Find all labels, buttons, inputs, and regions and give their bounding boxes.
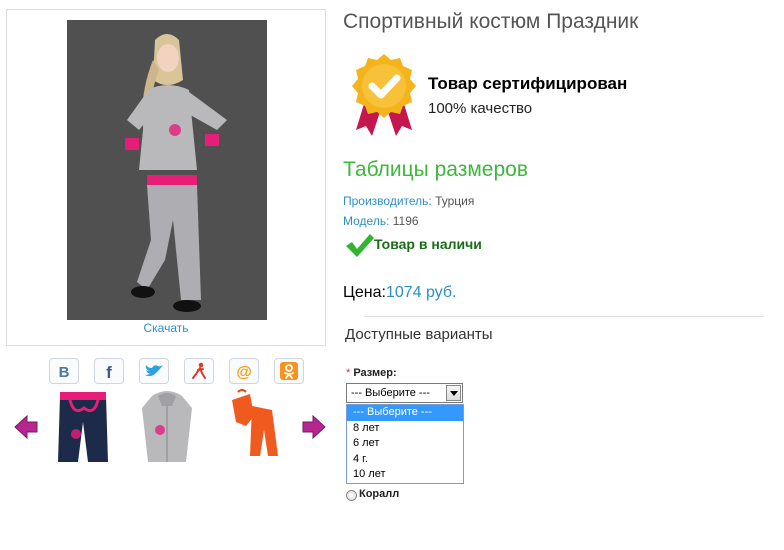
model-row: Модель: 1196 (343, 214, 419, 228)
main-photo-frame: Скачать (6, 9, 326, 346)
carousel-next-arrow-icon[interactable] (301, 414, 327, 440)
odnoklassniki-man-share-button[interactable] (184, 358, 214, 384)
in-stock-check-icon (346, 234, 374, 257)
certificate-badge-icon (352, 54, 416, 136)
chevron-down-icon (449, 390, 458, 396)
size-tables-link[interactable]: Таблицы размеров (343, 158, 528, 182)
product-title: Спортивный костюм Праздник (343, 10, 639, 33)
size-option-placeholder[interactable]: --- Выберите --- (347, 405, 463, 421)
download-link[interactable]: Скачать (7, 321, 325, 335)
required-mark: * (346, 367, 351, 379)
variants-heading: Доступные варианты (345, 326, 493, 343)
odnoklassniki-icon (280, 362, 298, 380)
size-option-4[interactable]: 4 г. (347, 452, 463, 468)
size-option-8[interactable]: 8 лет (347, 421, 463, 437)
size-select[interactable]: --- Выберите --- (346, 383, 463, 403)
carousel-prev-arrow-icon[interactable] (13, 414, 39, 440)
vk-share-button[interactable]: B (49, 358, 79, 384)
mail-share-button[interactable]: @ (229, 358, 259, 384)
color-radio-coral[interactable] (346, 490, 357, 501)
manufacturer-label[interactable]: Производитель: (343, 194, 432, 208)
svg-text:@: @ (236, 364, 252, 380)
facebook-icon: f (106, 363, 112, 380)
manufacturer-row: Производитель: Турция (343, 194, 474, 208)
model-label: Модель: (343, 214, 390, 228)
twitter-icon (145, 365, 163, 377)
price-value: 1074 руб. (385, 284, 457, 301)
twitter-share-button[interactable] (139, 358, 169, 384)
mail-icon: @ (236, 364, 252, 380)
divider (364, 316, 764, 317)
dropdown-arrow-button[interactable] (446, 385, 461, 401)
main-product-photo[interactable] (67, 20, 267, 320)
thumbnail-jacket[interactable] (138, 386, 196, 464)
odnoklassniki-share-button[interactable] (274, 358, 304, 384)
size-option-6[interactable]: 6 лет (347, 436, 463, 452)
odnoklassniki-man-icon (192, 362, 206, 379)
color-option-label[interactable]: Коралл (359, 488, 399, 500)
vk-icon: B (59, 364, 70, 379)
size-option-10[interactable]: 10 лет (347, 467, 463, 483)
certified-subtitle: 100% качество (428, 100, 533, 117)
facebook-share-button[interactable]: f (94, 358, 124, 384)
svg-text:f: f (106, 363, 112, 380)
manufacturer-value: Турция (431, 194, 475, 208)
size-dropdown-list: --- Выберите --- 8 лет 6 лет 4 г. 10 лет (346, 404, 464, 484)
size-label: Размер: (353, 367, 397, 379)
stock-status: Товар в наличи (374, 236, 482, 252)
svg-text:B: B (59, 364, 70, 379)
price-row: Цена:1074 руб. (343, 284, 456, 302)
certified-title: Товар сертифицирован (428, 74, 628, 93)
size-label-row: * Размер: (346, 367, 397, 379)
price-label: Цена: (343, 284, 386, 301)
model-value: 1196 (389, 214, 419, 228)
thumbnail-pants[interactable] (54, 386, 112, 464)
size-select-value: --- Выберите --- (351, 387, 430, 399)
thumbnail-coral-suit[interactable] (226, 386, 284, 464)
